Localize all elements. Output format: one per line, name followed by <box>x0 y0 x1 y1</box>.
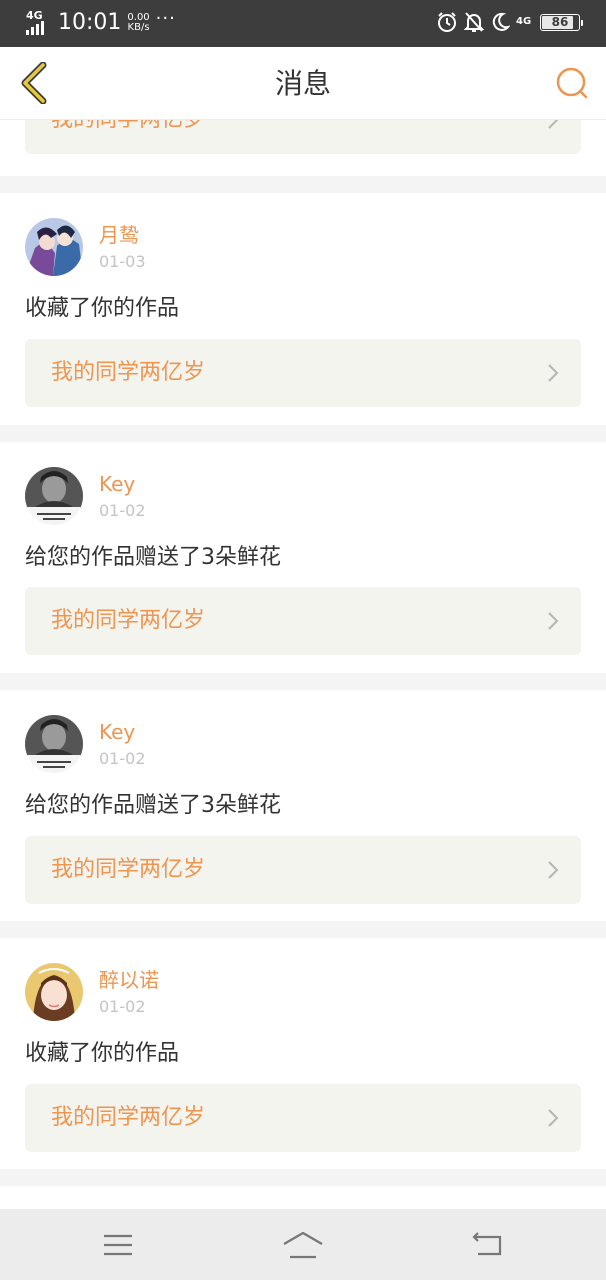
network-type-2: 4G <box>516 16 532 27</box>
battery-level: 86 <box>551 15 569 29</box>
home-icon <box>283 1231 323 1259</box>
message-card: 月鸷 01-03 收藏了你的作品 我的同学两亿岁 <box>0 193 606 425</box>
user-name[interactable]: 月鸷 <box>99 223 139 247</box>
search-button[interactable] <box>552 63 592 103</box>
system-nav-bar <box>0 1209 606 1280</box>
avatar[interactable] <box>25 715 83 773</box>
user-name[interactable]: Key <box>99 720 135 744</box>
message-date: 01-03 <box>99 252 146 271</box>
message-text: 给您的作品赠送了3朵鲜花 <box>25 545 281 570</box>
message-text: 给您的作品赠送了3朵鲜花 <box>25 793 281 818</box>
work-title: 我的同学两亿岁 <box>51 857 206 882</box>
chevron-right-icon <box>548 364 559 382</box>
chevron-right-icon <box>548 1109 559 1127</box>
avatar[interactable] <box>25 218 83 276</box>
network-type: 4G <box>26 9 43 22</box>
more-notifications: ··· <box>155 8 176 29</box>
alarm-icon <box>436 11 458 33</box>
battery-icon: 86 <box>540 13 583 31</box>
work-link[interactable]: 我的同学两亿岁 <box>25 1084 581 1152</box>
back-icon <box>472 1232 502 1256</box>
home-button[interactable] <box>273 1227 333 1263</box>
menu-button[interactable] <box>88 1227 148 1263</box>
work-title: 我的同学两亿岁 <box>51 360 206 385</box>
message-text: 收藏了你的作品 <box>25 296 180 321</box>
header: 消息 <box>0 47 606 120</box>
speed-unit: KB/s <box>127 22 150 33</box>
user-name[interactable]: Key <box>99 472 135 496</box>
status-bar: 4G 10:01 0.00 KB/s ··· 4G 86 <box>0 0 606 47</box>
message-date: 01-02 <box>99 749 146 768</box>
clock: 10:01 <box>58 10 122 35</box>
message-card <box>0 1186 606 1209</box>
system-back-button[interactable] <box>458 1227 518 1263</box>
chevron-right-icon <box>548 120 559 129</box>
page-title: 消息 <box>274 67 331 100</box>
message-text: 收藏了你的作品 <box>25 1041 180 1066</box>
moon-icon <box>490 12 510 32</box>
work-title: 我的同学两亿岁 <box>51 608 206 633</box>
message-date: 01-02 <box>99 997 146 1016</box>
chevron-right-icon <box>548 612 559 630</box>
menu-icon <box>104 1234 132 1256</box>
message-card: 我的同学两亿岁 <box>0 120 606 176</box>
work-link[interactable]: 我的同学两亿岁 <box>25 339 581 407</box>
message-list[interactable]: 我的同学两亿岁 月鸷 01-03 收藏了你的作品 我的同学两亿岁 <box>0 120 606 1209</box>
chevron-right-icon <box>548 861 559 879</box>
message-card: 醉以诺 01-02 收藏了你的作品 我的同学两亿岁 <box>0 938 606 1169</box>
avatar[interactable] <box>25 467 83 525</box>
work-link[interactable]: 我的同学两亿岁 <box>25 587 581 655</box>
work-title: 我的同学两亿岁 <box>51 120 205 154</box>
search-icon <box>556 67 588 99</box>
avatar[interactable] <box>25 963 83 1021</box>
message-card: Key 01-02 给您的作品赠送了3朵鲜花 我的同学两亿岁 <box>0 442 606 673</box>
message-card: Key 01-02 给您的作品赠送了3朵鲜花 我的同学两亿岁 <box>0 690 606 921</box>
mute-bell-icon <box>464 11 484 33</box>
message-date: 01-02 <box>99 501 146 520</box>
work-link[interactable]: 我的同学两亿岁 <box>25 836 581 904</box>
network-speed: 0.00 KB/s <box>127 13 149 33</box>
user-name[interactable]: 醉以诺 <box>99 968 159 992</box>
work-link[interactable]: 我的同学两亿岁 <box>25 120 581 154</box>
signal-icon: 4G <box>26 9 52 37</box>
work-title: 我的同学两亿岁 <box>51 1105 206 1130</box>
